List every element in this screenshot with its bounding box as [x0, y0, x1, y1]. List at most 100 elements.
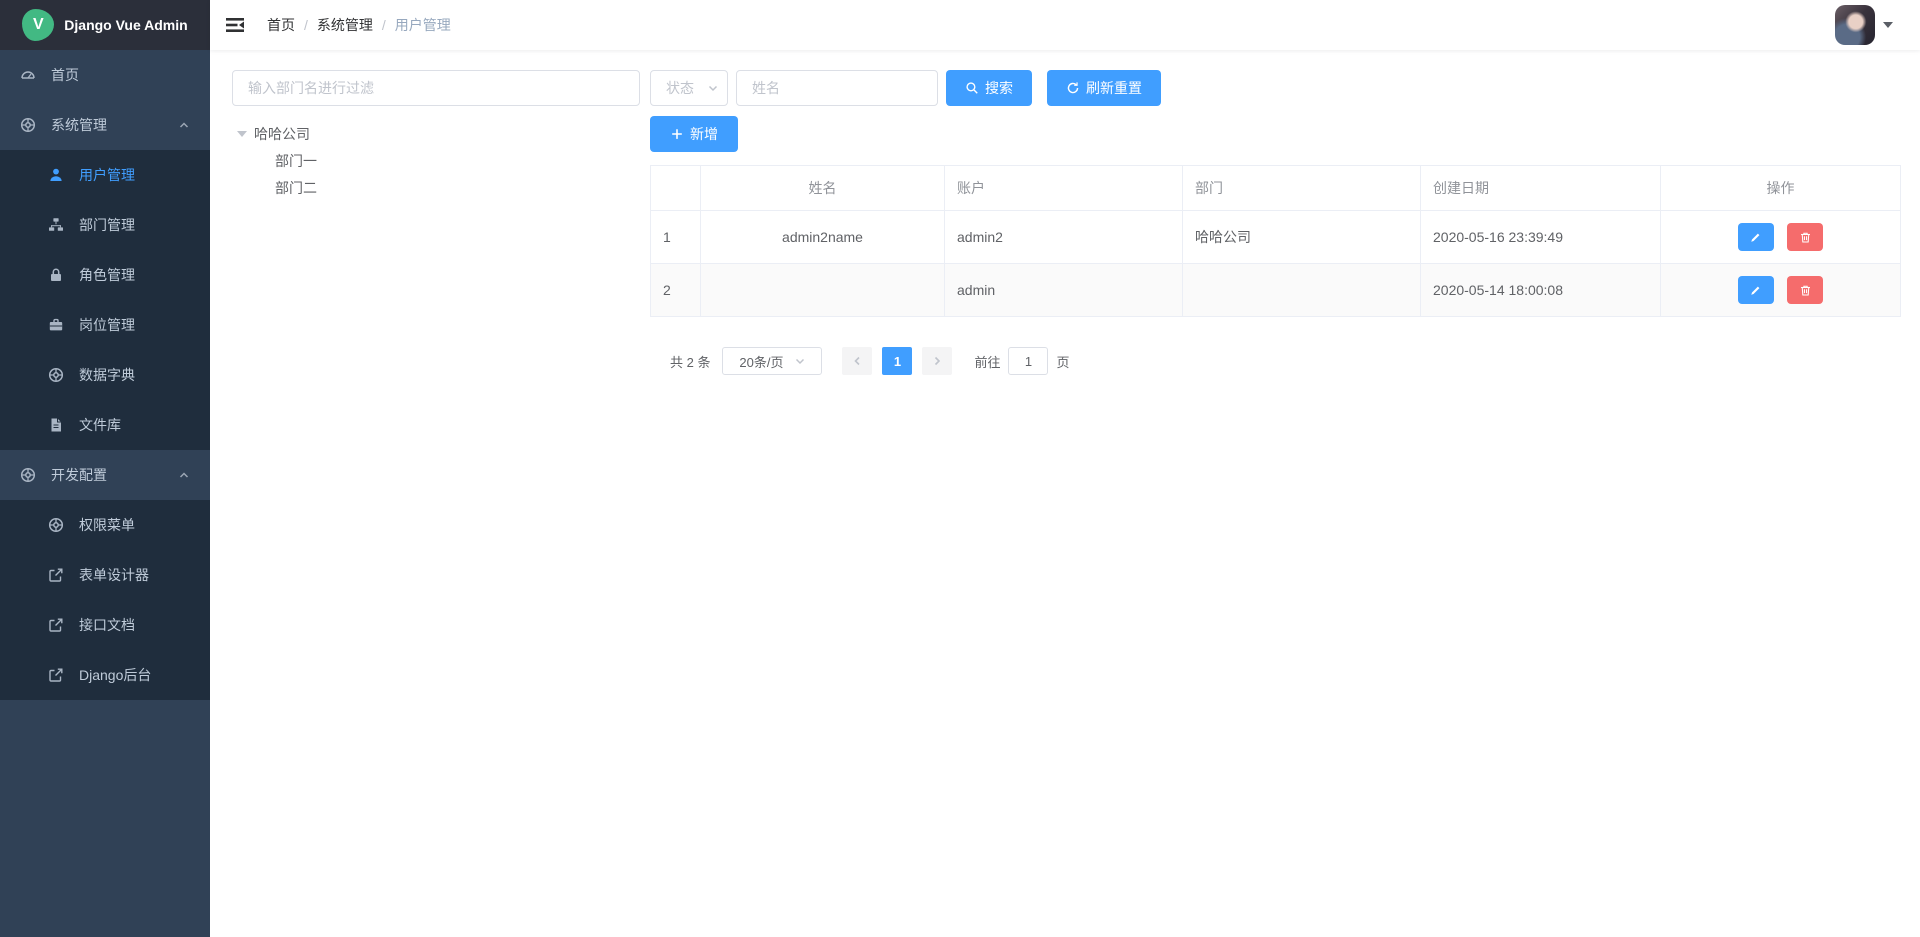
sidebar-item-role-mgmt[interactable]: 角色管理 — [0, 250, 210, 300]
toolbar: 新增 — [650, 116, 1900, 152]
edit-button[interactable] — [1738, 276, 1774, 304]
sidebar-item-label: 权限菜单 — [79, 515, 135, 535]
breadcrumb-home[interactable]: 首页 — [267, 15, 295, 35]
avatar[interactable] — [1835, 5, 1875, 45]
wheel-icon — [48, 517, 64, 533]
col-header-index — [651, 166, 701, 211]
sidebar-item-dept-mgmt[interactable]: 部门管理 — [0, 200, 210, 250]
filter-row: 状态 搜索 刷新重置 — [650, 70, 1900, 106]
sidebar-item-form-designer[interactable]: 表单设计器 — [0, 550, 210, 600]
status-select-placeholder: 状态 — [666, 78, 694, 98]
external-link-icon — [48, 567, 64, 583]
breadcrumb: 首页 / 系统管理 / 用户管理 — [267, 15, 451, 35]
briefcase-icon — [48, 317, 64, 333]
breadcrumb-separator: / — [304, 17, 308, 33]
logo-bar[interactable]: V Django Vue Admin — [0, 0, 210, 50]
cell-account: admin2 — [945, 211, 1183, 264]
sidebar-item-post-mgmt[interactable]: 岗位管理 — [0, 300, 210, 350]
external-link-icon — [48, 617, 64, 633]
sidebar-item-label: 部门管理 — [79, 215, 135, 235]
caret-down-icon[interactable] — [1883, 22, 1893, 28]
col-header-actions: 操作 — [1661, 166, 1901, 211]
top-navbar: 首页 / 系统管理 / 用户管理 — [210, 0, 1920, 50]
cell-account: admin — [945, 264, 1183, 317]
sidebar-group-system[interactable]: 系统管理 — [0, 100, 210, 150]
breadcrumb-section[interactable]: 系统管理 — [317, 15, 373, 35]
page-size-value: 20条/页 — [739, 352, 783, 371]
page-number-button[interactable]: 1 — [882, 347, 912, 375]
status-select[interactable]: 状态 — [650, 70, 728, 106]
user-icon — [48, 167, 64, 183]
sidebar-item-data-dict[interactable]: 数据字典 — [0, 350, 210, 400]
add-button[interactable]: 新增 — [650, 116, 738, 152]
sidebar-item-file-library[interactable]: 文件库 — [0, 400, 210, 450]
page-size-select[interactable]: 20条/页 — [722, 347, 822, 375]
sidebar-item-label: 角色管理 — [79, 265, 135, 285]
department-tree: 哈哈公司 部门一 部门二 — [232, 120, 640, 201]
prev-page-button[interactable] — [842, 347, 872, 375]
cell-dept: 哈哈公司 — [1183, 211, 1421, 264]
goto-page-group: 前往 页 — [974, 347, 1069, 375]
cell-name: admin2name — [701, 211, 945, 264]
cell-created: 2020-05-16 23:39:49 — [1421, 211, 1661, 264]
sidebar-item-api-docs[interactable]: 接口文档 — [0, 600, 210, 650]
table-row[interactable]: 2 admin 2020-05-14 18:00:08 — [651, 264, 1901, 317]
delete-button[interactable] — [1787, 276, 1823, 304]
edit-button[interactable] — [1738, 223, 1774, 251]
col-header-dept: 部门 — [1183, 166, 1421, 211]
sidebar-item-home[interactable]: 首页 — [0, 50, 210, 100]
cell-created: 2020-05-14 18:00:08 — [1421, 264, 1661, 317]
user-table: 姓名 账户 部门 创建日期 操作 1 admin2name admin2 哈哈公… — [650, 165, 1901, 317]
sidebar-item-django-admin[interactable]: Django后台 — [0, 650, 210, 700]
submenu-system: 用户管理 部门管理 角色管理 — [0, 150, 210, 450]
sidebar: V Django Vue Admin 首页 系统管理 用户管理 — [0, 0, 210, 937]
name-filter-input[interactable] — [736, 70, 938, 106]
user-panel: 状态 搜索 刷新重置 — [650, 70, 1900, 937]
sidebar-item-label: 接口文档 — [79, 615, 135, 635]
tree-expand-icon[interactable] — [237, 131, 247, 137]
chevron-down-icon — [794, 355, 806, 367]
chevron-up-icon — [178, 119, 190, 131]
edit-icon — [1749, 231, 1762, 244]
sidebar-item-user-mgmt[interactable]: 用户管理 — [0, 150, 210, 200]
cell-dept — [1183, 264, 1421, 317]
cell-index: 1 — [651, 211, 701, 264]
search-button-label: 搜索 — [985, 78, 1013, 98]
component-icon — [20, 117, 36, 133]
sidebar-group-label: 系统管理 — [51, 115, 107, 135]
sidebar-item-label: Django后台 — [79, 665, 151, 685]
refresh-reset-button[interactable]: 刷新重置 — [1047, 70, 1161, 106]
main-area: 首页 / 系统管理 / 用户管理 哈哈公司 部门一 部门二 — [210, 0, 1920, 937]
chevron-up-icon — [178, 469, 190, 481]
wheel-icon — [20, 467, 36, 483]
edit-icon — [1749, 284, 1762, 297]
tree-node-root[interactable]: 哈哈公司 — [232, 120, 640, 147]
dept-filter-input[interactable] — [232, 70, 640, 106]
table-row[interactable]: 1 admin2name admin2 哈哈公司 2020-05-16 23:3… — [651, 211, 1901, 264]
search-button[interactable]: 搜索 — [946, 70, 1032, 106]
page-content: 哈哈公司 部门一 部门二 状态 — [210, 50, 1920, 937]
next-page-button[interactable] — [922, 347, 952, 375]
tree-node-child[interactable]: 部门二 — [232, 174, 640, 201]
dashboard-icon — [20, 67, 36, 83]
col-header-account: 账户 — [945, 166, 1183, 211]
refresh-reset-button-label: 刷新重置 — [1086, 78, 1142, 98]
sidebar-item-label: 首页 — [51, 65, 79, 85]
sidebar-group-dev-config[interactable]: 开发配置 — [0, 450, 210, 500]
external-link-icon — [48, 667, 64, 683]
hamburger-icon[interactable] — [225, 15, 245, 35]
document-icon — [48, 417, 64, 433]
sidebar-item-permission-menu[interactable]: 权限菜单 — [0, 500, 210, 550]
sidebar-item-label: 表单设计器 — [79, 565, 149, 585]
col-header-name: 姓名 — [701, 166, 945, 211]
breadcrumb-current: 用户管理 — [395, 15, 451, 35]
goto-unit-label: 页 — [1056, 352, 1069, 371]
tree-node-child[interactable]: 部门一 — [232, 147, 640, 174]
goto-page-input[interactable] — [1008, 347, 1048, 375]
sidebar-group-label: 开发配置 — [51, 465, 107, 485]
breadcrumb-separator: / — [382, 17, 386, 33]
delete-button[interactable] — [1787, 223, 1823, 251]
refresh-icon — [1066, 81, 1080, 95]
wheel-icon — [48, 367, 64, 383]
trash-icon — [1799, 231, 1812, 244]
